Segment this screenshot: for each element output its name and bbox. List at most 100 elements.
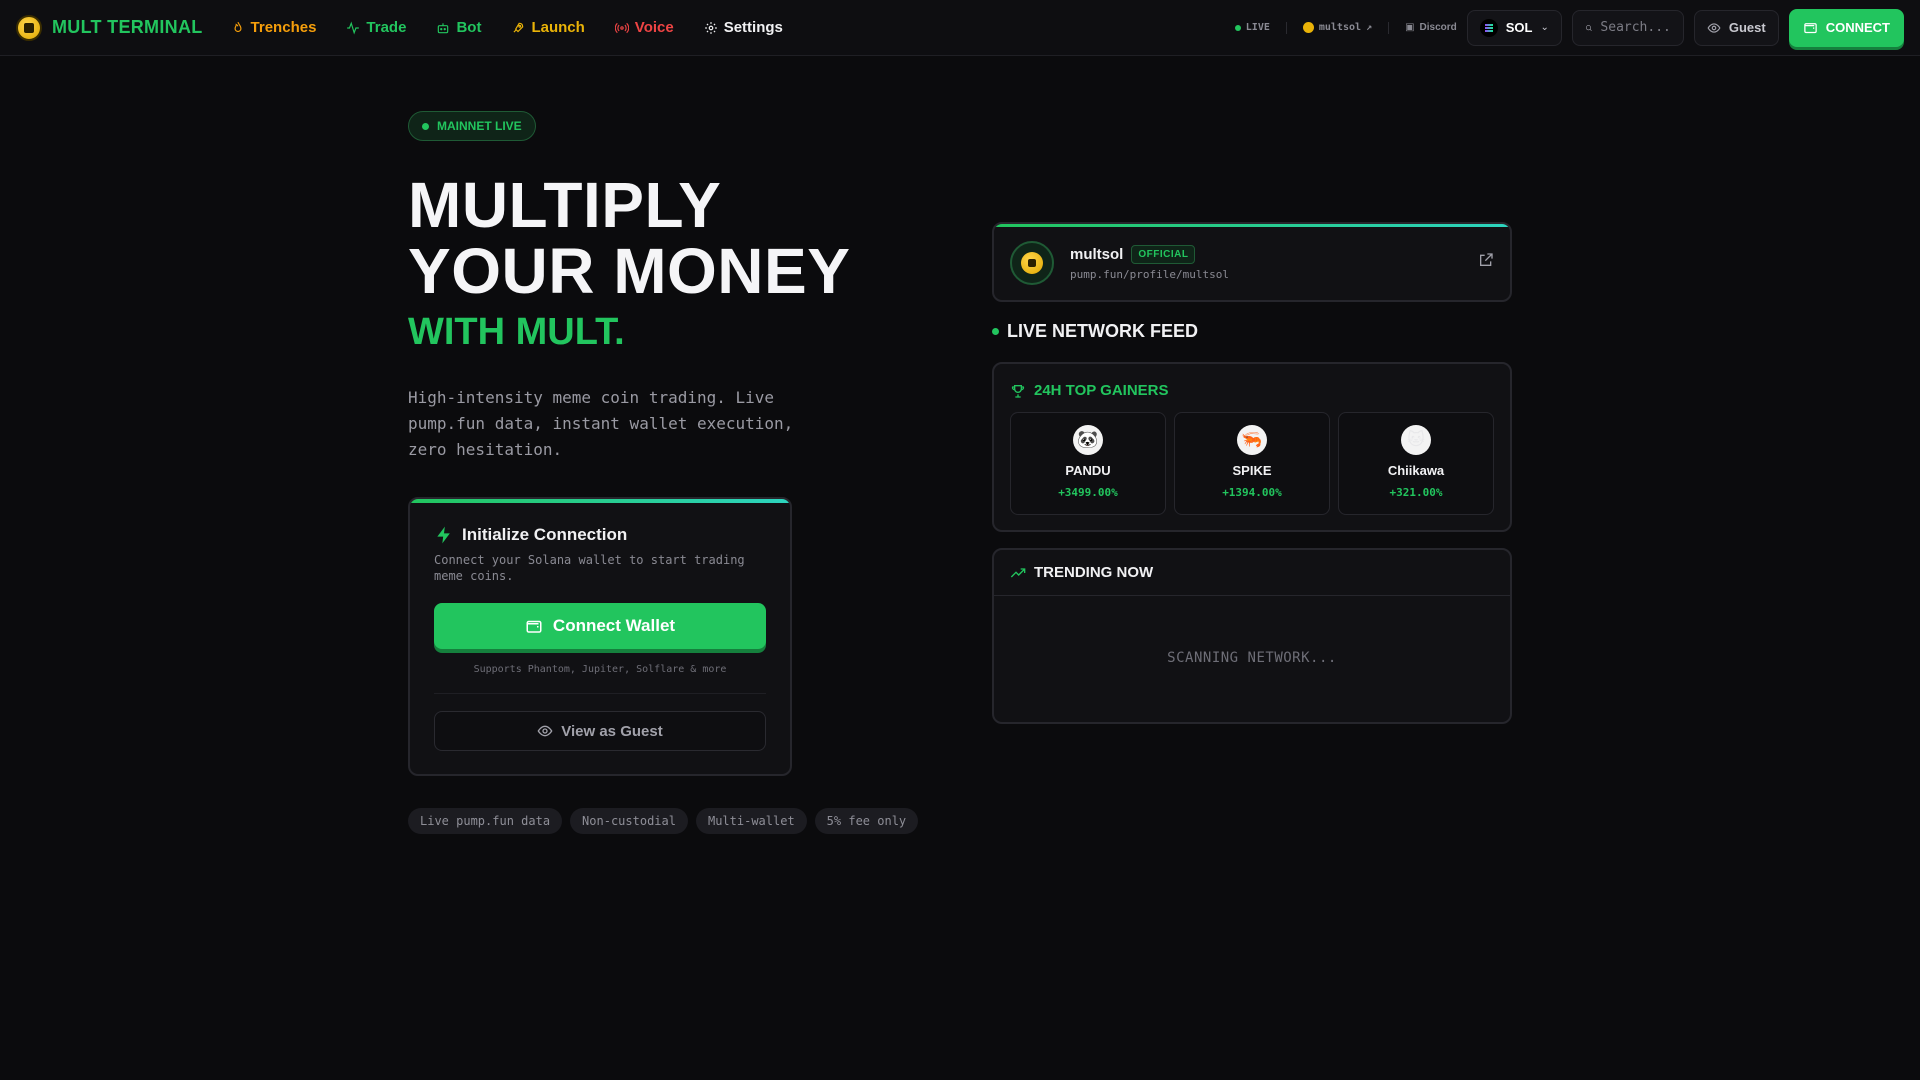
token-gain: +1394.00% xyxy=(1222,486,1282,499)
profile-name: multsol OFFICIAL xyxy=(1070,245,1196,264)
mult-logo-icon xyxy=(16,14,42,41)
feature-tag: Multi-wallet xyxy=(695,808,807,834)
lightning-icon xyxy=(437,526,450,544)
token-avatar: 🦐 xyxy=(1237,425,1267,455)
external-link-icon[interactable] xyxy=(1478,252,1494,268)
multsol-link-label: multsol xyxy=(1318,22,1362,33)
nav-right: LIVE multsol ↗ ▣ Discord SOL ⌄ Search...… xyxy=(1234,8,1904,47)
chain-selector[interactable]: SOL ⌄ xyxy=(1466,9,1562,46)
official-profile-card[interactable]: multsol OFFICIAL pump.fun/profile/multso… xyxy=(992,222,1512,302)
divider xyxy=(1285,21,1287,34)
supported-wallets-note: Supports Phantom, Jupiter, Solflare & mo… xyxy=(473,664,727,675)
gainer-list: 🐼 PANDU +3499.00% 🦐 SPIKE +1394.00% 🐱 Ch… xyxy=(1010,412,1494,515)
token-name: PANDU xyxy=(1065,463,1111,478)
token-avatar: 🐱 xyxy=(1401,425,1431,455)
mult-logo-icon xyxy=(1021,252,1043,274)
nav-label-trenches: Trenches xyxy=(250,19,317,36)
coin-icon xyxy=(1302,22,1314,33)
token-avatar: 🐼 xyxy=(1073,425,1103,455)
bot-icon xyxy=(438,22,449,33)
token-name: Chiikawa xyxy=(1387,463,1445,478)
nav-label-bot: Bot xyxy=(456,19,482,36)
trending-now-title: TRENDING NOW xyxy=(994,550,1510,596)
multsol-link[interactable]: multsol ↗ xyxy=(1302,22,1372,33)
profile-name-label: multsol xyxy=(1070,246,1124,263)
live-indicator: LIVE xyxy=(1234,22,1270,33)
brand-name: MULT TERMINAL xyxy=(52,17,203,37)
live-label: LIVE xyxy=(1245,22,1270,33)
init-card-title: Initialize Connection xyxy=(434,525,627,545)
card-divider xyxy=(434,693,766,694)
nav-label-trade: Trade xyxy=(366,19,407,36)
search-placeholder: Search... xyxy=(1600,20,1671,35)
profile-url: pump.fun/profile/multsol xyxy=(1070,268,1229,281)
official-badge: OFFICIAL xyxy=(1131,245,1196,264)
activity-icon xyxy=(347,21,360,34)
connect-wallet-button[interactable]: Connect Wallet xyxy=(434,603,766,649)
nav-link-bot[interactable]: Bot xyxy=(436,19,481,36)
chain-label: SOL xyxy=(1505,20,1533,35)
gainer-card-spike[interactable]: 🦐 SPIKE +1394.00% xyxy=(1174,412,1330,515)
search-input[interactable]: Search... xyxy=(1571,9,1684,46)
init-card-title-label: Initialize Connection xyxy=(462,525,628,544)
nav-links: Trenches Trade Bot Launch Voice Settings xyxy=(231,19,783,36)
feature-tag: Non-custodial xyxy=(570,808,688,834)
top-gainers-label: 24H TOP GAINERS xyxy=(1034,382,1169,399)
search-icon xyxy=(1585,24,1592,31)
radio-icon xyxy=(614,22,629,33)
connect-label: CONNECT xyxy=(1825,20,1890,35)
guest-label: Guest xyxy=(1728,20,1766,35)
top-navbar: MULT TERMINAL Trenches Trade Bot Launch … xyxy=(0,0,1920,56)
hero-title: MULTIPLY YOUR MONEY xyxy=(408,172,928,304)
view-as-guest-button[interactable]: View as Guest xyxy=(434,711,766,751)
brand[interactable]: MULT TERMINAL xyxy=(16,14,203,41)
mainnet-live-label: MAINNET LIVE xyxy=(437,119,522,133)
feature-tag: Live pump.fun data xyxy=(408,808,563,834)
trending-now-label: TRENDING NOW xyxy=(1034,564,1154,581)
status-dot-icon xyxy=(422,122,429,130)
eye-icon xyxy=(1707,22,1721,33)
token-name: SPIKE xyxy=(1232,463,1272,478)
discord-icon: ▣ xyxy=(1405,22,1415,33)
nav-link-trenches[interactable]: Trenches xyxy=(231,19,317,36)
hero-title-line2: YOUR MONEY xyxy=(408,235,851,307)
nav-link-voice[interactable]: Voice xyxy=(614,19,674,36)
token-gain: +321.00% xyxy=(1389,486,1443,499)
trophy-icon xyxy=(1011,384,1025,398)
nav-link-launch[interactable]: Launch xyxy=(511,19,585,36)
top-gainers-panel: 24H TOP GAINERS 🐼 PANDU +3499.00% 🦐 SPIK… xyxy=(992,362,1512,532)
hero-description: High-intensity meme coin trading. Live p… xyxy=(408,388,794,459)
hero-subtitle: WITH MULT. xyxy=(408,311,625,353)
eye-icon xyxy=(537,725,553,737)
card-accent-bar xyxy=(994,224,1510,227)
connect-wallet-label: Connect Wallet xyxy=(552,616,676,635)
live-network-feed-title: LIVE NETWORK FEED xyxy=(992,321,1198,342)
flame-icon xyxy=(234,21,242,32)
gear-icon xyxy=(704,21,717,34)
solana-icon xyxy=(1479,18,1498,37)
hero-title-line1: MULTIPLY xyxy=(408,169,722,241)
wallet-icon xyxy=(526,620,542,633)
top-gainers-title: 24H TOP GAINERS xyxy=(1010,382,1169,399)
gainer-card-pandu[interactable]: 🐼 PANDU +3499.00% xyxy=(1010,412,1166,515)
gainer-card-chiikawa[interactable]: 🐱 Chiikawa +321.00% xyxy=(1338,412,1494,515)
trending-now-panel: TRENDING NOW SCANNING NETWORK... xyxy=(992,548,1512,724)
divider xyxy=(1388,21,1390,34)
avatar xyxy=(1010,241,1054,285)
status-dot-icon xyxy=(992,328,999,335)
init-card-description: Connect your Solana wallet to start trad… xyxy=(434,553,745,583)
initialize-connection-card: Initialize Connection Connect your Solan… xyxy=(408,497,792,776)
chevron-down-icon: ⌄ xyxy=(1540,22,1549,33)
nav-link-trade[interactable]: Trade xyxy=(346,19,406,36)
card-accent-bar xyxy=(410,499,790,503)
scanning-status: SCANNING NETWORK... xyxy=(1167,650,1337,666)
rocket-icon xyxy=(513,22,524,32)
wallet-icon xyxy=(1803,23,1817,34)
token-gain: +3499.00% xyxy=(1058,486,1118,499)
discord-link[interactable]: ▣ Discord xyxy=(1405,22,1457,33)
guest-button[interactable]: Guest xyxy=(1693,9,1779,46)
nav-label-launch: Launch xyxy=(531,19,585,36)
connect-button[interactable]: CONNECT xyxy=(1788,8,1904,47)
feed-title-label: LIVE NETWORK FEED xyxy=(1007,321,1199,341)
nav-link-settings[interactable]: Settings xyxy=(704,19,783,36)
